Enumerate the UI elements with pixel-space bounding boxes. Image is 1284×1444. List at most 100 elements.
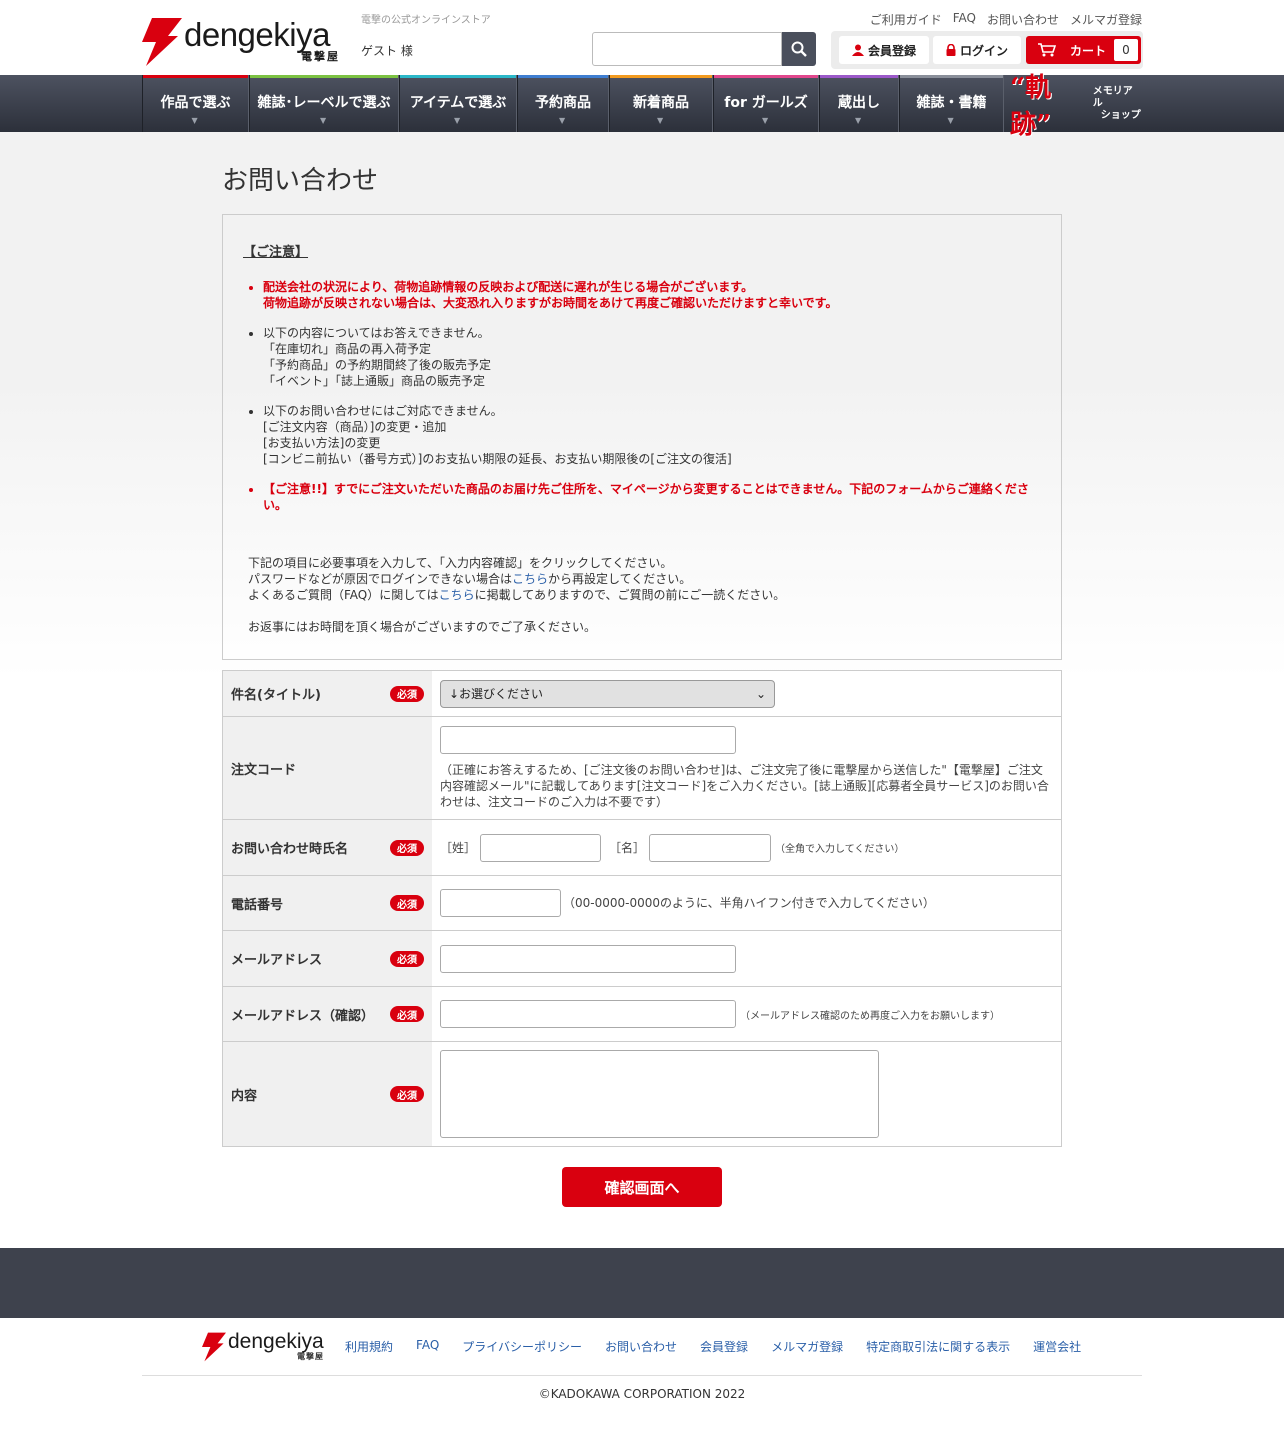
lock-icon (946, 44, 956, 56)
first-name-prefix: ［名］ (609, 840, 646, 855)
login-label: ログイン (959, 43, 1008, 58)
notice-item-unanswerable: 以下の内容についてはお答えできません。 「在庫切れ」商品の再入荷予定 「予約商品… (263, 325, 1033, 389)
member-register-label: 会員登録 (867, 43, 916, 58)
kiseki-sub-line1: メモリアル (1092, 85, 1133, 109)
instruction-line: パスワードなどが原因でログインできない場合はこちらから再設定してください。 (248, 571, 785, 587)
util-link-faq[interactable]: FAQ (953, 11, 976, 28)
password-reset-link[interactable]: こちら (512, 572, 548, 586)
confirm-button[interactable]: 確認画面へ (562, 1167, 722, 1207)
search-icon (791, 41, 807, 57)
field-label: 件名(タイトル) 必須 (223, 671, 432, 716)
util-link-newsletter[interactable]: メルマガ登録 (1070, 11, 1142, 28)
notice-instructions: 下記の項目に必要事項を入力して、「入力内容確認」をクリックしてください。 パスワ… (248, 555, 785, 635)
search-button[interactable] (782, 32, 816, 66)
nav-item-label: for ガールズ (724, 94, 808, 111)
site-tagline: 電撃の公式オンラインストア (361, 15, 491, 26)
search-input[interactable] (592, 32, 782, 66)
footer-link-privacy[interactable]: プライバシーポリシー (462, 1338, 582, 1355)
subject-select[interactable]: ↓お選びください ⌄ (440, 679, 775, 708)
subject-label: 件名(タイトル) (231, 688, 321, 703)
util-link-contact[interactable]: お問い合わせ (987, 11, 1059, 28)
nav-item-items[interactable]: アイテムで選ぶ ▼ (399, 75, 517, 132)
notice-line: 【ご注意!!】すでにご注文いただいた商品のお届け先ご住所を、マイページから変更す… (263, 482, 1029, 496)
chevron-down-icon: ▼ (947, 116, 954, 125)
footer-link-tokushoho[interactable]: 特定商取引法に関する表示 (866, 1338, 1010, 1355)
notice-line: [お支払い方法]の変更 (263, 436, 381, 450)
order-code-label: 注文コード (231, 762, 297, 778)
nav-item-girls[interactable]: for ガールズ ▼ (713, 75, 819, 132)
notice-line: 荷物追跡が反映されない場合は、大変恐れ入りますがお時間をあけて再度ご確認いただけ… (263, 296, 838, 310)
notice-list: 配送会社の状況により、荷物追跡情報の反映および配送に遅れが生じる場合がございます… (263, 279, 1033, 527)
nav-item-books[interactable]: 雑誌・書籍 ▼ (899, 75, 1004, 132)
nav-item-magazine-label[interactable]: 雑誌･レーベルで選ぶ ▼ (249, 75, 399, 132)
footer-logo[interactable]: dengekiya 電撃屋 (202, 1330, 324, 1362)
field-label: メールアドレス 必須 (223, 931, 432, 986)
cart-button[interactable]: カート 0 (1026, 36, 1141, 64)
notice-line: 以下のお問い合わせにはご対応できません。 (263, 404, 503, 418)
lightning-bolt-icon (202, 1332, 226, 1362)
email-confirm-input[interactable] (440, 1000, 736, 1028)
faq-link[interactable]: こちら (439, 588, 475, 602)
nav-items: 作品で選ぶ ▼ 雑誌･レーベルで選ぶ ▼ アイテムで選ぶ ▼ 予約商品 ▼ 新着… (142, 73, 1142, 140)
footer-links: dengekiya 電撃屋 利用規約 FAQ プライバシーポリシー お問い合わせ… (0, 1318, 1284, 1376)
contact-form: 件名(タイトル) 必須 ↓お選びください ⌄ 注文コード （正確にお答えするため… (222, 670, 1062, 1147)
notice-heading: 【ご注意】 (243, 245, 309, 260)
chevron-down-icon: ▼ (657, 116, 664, 125)
chevron-down-icon: ▼ (320, 116, 327, 125)
instruction-text: に掲載してありますので、ご質問の前にご一読ください。 (474, 588, 786, 602)
guest-greeting: ゲスト 様 (361, 44, 413, 58)
nav-accent-bar (518, 75, 608, 78)
first-name-input[interactable] (649, 833, 772, 862)
form-row-phone: 電話番号 必須 （00-0000-0000のように、半角ハイフン付きで入力してく… (223, 876, 1061, 931)
field-label: 電話番号 必須 (223, 876, 432, 930)
chevron-down-icon: ⌄ (755, 686, 766, 701)
form-row-email-confirm: メールアドレス（確認） 必須 （メールアドレス確認のため再度ご入力をお願いします… (223, 987, 1061, 1042)
order-code-input[interactable] (440, 726, 736, 754)
login-button[interactable]: ログイン (933, 36, 1021, 64)
form-row-order-code: 注文コード （正確にお答えするため、[ご注文後のお問い合わせ]は、ご注文完了後に… (223, 717, 1061, 820)
kiseki-subtitle: メモリアル ショップ (1093, 86, 1142, 122)
footer-link-register[interactable]: 会員登録 (700, 1338, 748, 1355)
notice-item-unsupported: 以下のお問い合わせにはご対応できません。 [ご注文内容（商品）]の変更・追加 [… (263, 403, 1033, 467)
nav-accent-bar (400, 75, 516, 78)
nav-item-new[interactable]: 新着商品 ▼ (609, 75, 713, 132)
footer-link-newsletter[interactable]: メルマガ登録 (771, 1338, 843, 1355)
instruction-text: よくあるご質問（FAQ）に関しては (248, 588, 439, 602)
member-register-button[interactable]: 会員登録 (839, 36, 929, 64)
email-confirm-hint: （メールアドレス確認のため再度ご入力をお願いします） (740, 1010, 1000, 1022)
nav-item-works[interactable]: 作品で選ぶ ▼ (142, 75, 249, 132)
email-input[interactable] (440, 944, 736, 973)
nav-accent-bar (143, 75, 248, 78)
instruction-line: お返事にはお時間を頂く場合がございますのでご了承ください。 (248, 620, 597, 634)
kiseki-memorial-shop-banner[interactable]: “軌跡” メモリアル ショップ (1004, 73, 1142, 140)
form-row-email: メールアドレス 必須 (223, 931, 1061, 987)
nav-item-label: 蔵出し (838, 94, 880, 111)
footer-link-faq[interactable]: FAQ (416, 1338, 439, 1355)
nav-item-kuradashi[interactable]: 蔵出し ▼ (819, 75, 899, 132)
nav-item-label: 新着商品 (633, 94, 689, 111)
required-badge: 必須 (390, 1086, 424, 1102)
phone-input[interactable] (440, 889, 561, 917)
dengekiya-logo[interactable]: dengekiya 電撃屋 (142, 16, 342, 66)
footer-divider (142, 1375, 1142, 1376)
nav-item-preorder[interactable]: 予約商品 ▼ (517, 75, 609, 132)
notice-line: 「イベント」「誌上通販」商品の販売予定 (263, 374, 486, 388)
notice-line: 配送会社の状況により、荷物追跡情報の反映および配送に遅れが生じる場合がございます… (263, 280, 754, 294)
name-hint: （全角で入力してください） (775, 844, 905, 855)
last-name-input[interactable] (480, 833, 602, 862)
name-label: お問い合わせ時氏名 (231, 842, 349, 857)
footer-link-terms[interactable]: 利用規約 (345, 1338, 393, 1355)
required-badge: 必須 (390, 685, 424, 702)
nav-accent-bar (714, 75, 818, 78)
account-panel: 会員登録 ログイン カート 0 (831, 31, 1143, 69)
util-link-guide[interactable]: ご利用ガイド (870, 11, 942, 28)
field-area (432, 1042, 1061, 1146)
notice-line: 以下の内容についてはお答えできません。 (263, 326, 490, 340)
content-textarea[interactable] (440, 1050, 879, 1138)
instruction-text: パスワードなどが原因でログインできない場合は (248, 572, 513, 586)
field-area: （正確にお答えするため、[ご注文後のお問い合わせ]は、ご注文完了後に電撃屋から送… (432, 717, 1061, 819)
footer-link-company[interactable]: 運営会社 (1033, 1338, 1081, 1355)
order-code-hint: （正確にお答えするため、[ご注文後のお問い合わせ]は、ご注文完了後に電撃屋から送… (440, 763, 1049, 809)
footer-link-contact[interactable]: お問い合わせ (605, 1338, 677, 1355)
form-row-content: 内容 必須 (223, 1042, 1061, 1147)
